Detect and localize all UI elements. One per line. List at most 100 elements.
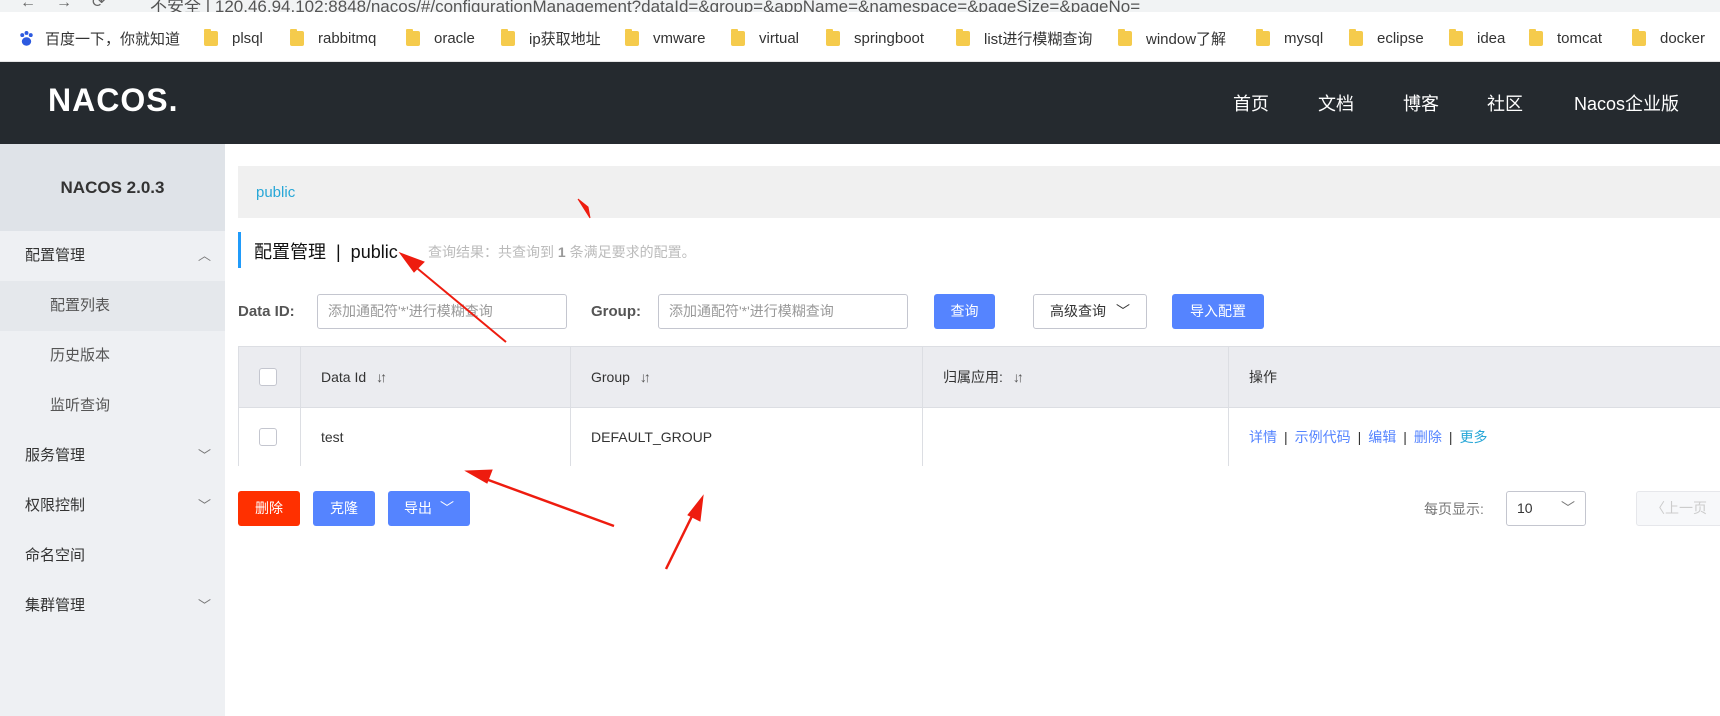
sidebar-item-config-management[interactable]: 配置管理 ︿	[0, 231, 225, 281]
folder-icon	[731, 28, 745, 46]
folder-icon	[204, 28, 218, 46]
folder-icon	[1349, 28, 1363, 46]
bookmark-window[interactable]: window了解	[1118, 27, 1226, 49]
browser-nav-icons[interactable]: ←→⟳	[20, 0, 125, 12]
sort-icon[interactable]: ↓↑	[1013, 369, 1024, 385]
bookmark-baidu[interactable]: 百度一下，你就知道	[18, 27, 180, 49]
namespace-bar: public	[238, 166, 1720, 218]
chevron-up-icon: ︿	[197, 248, 211, 263]
chevron-down-icon: ﹀	[1115, 303, 1130, 319]
top-header: NACOS. 首页 文档 博客 社区 Nacos企业版	[0, 62, 1720, 144]
folder-icon	[1449, 28, 1463, 46]
nav-home[interactable]: 首页	[1233, 90, 1269, 116]
header-group[interactable]: Group ↓↑	[571, 347, 923, 407]
version-label: NACOS 2.0.3	[0, 144, 225, 231]
folder-icon	[1118, 28, 1132, 46]
bookmark-vmware[interactable]: vmware	[625, 27, 706, 49]
annotation-arrow	[664, 494, 704, 570]
bookmark-ip[interactable]: ip获取地址	[501, 27, 601, 49]
folder-icon	[1529, 28, 1543, 46]
cell-group: DEFAULT_GROUP	[571, 408, 923, 466]
folder-icon	[826, 28, 840, 46]
detail-link[interactable]: 详情	[1249, 427, 1277, 447]
nacos-logo[interactable]: NACOS.	[48, 82, 178, 119]
chevron-down-icon: ﹀	[197, 598, 211, 613]
config-table: Data Id ↓↑ Group ↓↑ 归属应用: ↓↑ 操作 test DEFAUL…	[238, 346, 1720, 466]
bookmark-oracle[interactable]: oracle	[406, 27, 475, 49]
dataid-label: Data ID:	[238, 303, 295, 320]
folder-icon	[1256, 28, 1270, 46]
sidebar-item-history[interactable]: 历史版本	[0, 331, 225, 381]
bookmark-list[interactable]: list进行模糊查询	[956, 27, 1092, 49]
chevron-down-icon: ﹀	[1561, 500, 1575, 516]
page-size-select[interactable]: 10 ﹀	[1506, 491, 1586, 526]
query-button[interactable]: 查询	[934, 294, 995, 329]
namespace-public-link[interactable]: public	[256, 184, 295, 201]
clone-button[interactable]: 克隆	[313, 491, 375, 526]
delete-button[interactable]: 删除	[238, 491, 300, 526]
more-link[interactable]: 更多	[1460, 427, 1488, 447]
cell-data-id: test	[301, 408, 571, 466]
delete-link[interactable]: 删除	[1414, 427, 1442, 447]
folder-icon	[956, 28, 970, 46]
header-data-id[interactable]: Data Id ↓↑	[301, 347, 571, 407]
folder-icon	[501, 28, 515, 46]
folder-icon	[406, 28, 420, 46]
baidu-paw-icon	[20, 30, 33, 46]
row-checkbox[interactable]	[259, 428, 277, 446]
advanced-query-button[interactable]: 高级查询 ﹀	[1033, 294, 1147, 329]
bookmark-springboot[interactable]: springboot	[826, 27, 924, 49]
sidebar-item-service-management[interactable]: 服务管理 ﹀	[0, 431, 225, 481]
page-title: 配置管理 | public	[254, 242, 398, 262]
header-app[interactable]: 归属应用: ↓↑	[923, 347, 1229, 407]
select-all-checkbox[interactable]	[259, 368, 277, 386]
folder-icon	[625, 28, 639, 46]
title-accent	[238, 232, 241, 268]
sidebar-item-listener-query[interactable]: 监听查询	[0, 381, 225, 431]
nav-community[interactable]: 社区	[1487, 90, 1523, 116]
row-checkbox-cell	[239, 408, 301, 466]
chevron-left-icon: 〈	[1651, 500, 1665, 516]
sidebar-item-cluster-management[interactable]: 集群管理 ﹀	[0, 581, 225, 631]
folder-icon	[290, 28, 304, 46]
group-label: Group:	[591, 303, 641, 320]
address-url[interactable]: 不安全 | 120.46.94.102:8848/nacos/#/configu…	[150, 0, 1140, 12]
sidebar-item-config-list[interactable]: 配置列表	[0, 281, 225, 331]
nav-enterprise[interactable]: Nacos企业版	[1574, 90, 1679, 116]
browser-address-bar[interactable]: ←→⟳ 不安全 | 120.46.94.102:8848/nacos/#/con…	[0, 0, 1720, 12]
sort-icon[interactable]: ↓↑	[640, 369, 651, 385]
export-button[interactable]: 导出 ﹀	[388, 491, 470, 526]
prev-page-button[interactable]: 〈上一页	[1636, 491, 1720, 526]
table-row: test DEFAULT_GROUP 详情 | 示例代码 | 编辑 | 删除 | 更多	[239, 407, 1720, 466]
sidebar: NACOS 2.0.3 配置管理 ︿ 配置列表 历史版本 监听查询 服务管理 ﹀…	[0, 144, 225, 716]
bookmark-docker[interactable]: docker	[1632, 27, 1705, 49]
cell-app	[923, 408, 1229, 466]
nav-blog[interactable]: 博客	[1403, 90, 1439, 116]
nav-docs[interactable]: 文档	[1318, 90, 1354, 116]
bookmark-idea[interactable]: idea	[1449, 27, 1505, 49]
import-config-button[interactable]: 导入配置	[1172, 294, 1264, 329]
dataid-input[interactable]: 添加通配符'*'进行模糊查询	[317, 294, 567, 329]
group-input[interactable]: 添加通配符'*'进行模糊查询	[658, 294, 908, 329]
folder-icon	[1632, 28, 1646, 46]
header-checkbox-cell	[239, 347, 301, 407]
edit-link[interactable]: 编辑	[1368, 427, 1396, 447]
table-header: Data Id ↓↑ Group ↓↑ 归属应用: ↓↑ 操作	[239, 347, 1720, 407]
header-operations: 操作	[1249, 369, 1277, 385]
bookmark-plsql[interactable]: plsql	[204, 27, 263, 49]
query-result-text: 查询结果：共查询到 1 条满足要求的配置。	[428, 244, 696, 260]
bookmarks-bar: 百度一下，你就知道 plsql rabbitmq oracle ip获取地址 v…	[0, 12, 1720, 62]
sidebar-item-access-control[interactable]: 权限控制 ﹀	[0, 481, 225, 531]
bookmark-mysql[interactable]: mysql	[1256, 27, 1323, 49]
bookmark-rabbitmq[interactable]: rabbitmq	[290, 27, 376, 49]
cell-operations: 详情 | 示例代码 | 编辑 | 删除 | 更多	[1249, 427, 1488, 447]
chevron-down-icon: ﹀	[439, 500, 454, 516]
bookmark-eclipse[interactable]: eclipse	[1349, 27, 1424, 49]
annotation-arrow	[464, 469, 615, 528]
bookmark-virtual[interactable]: virtual	[731, 27, 799, 49]
sort-icon[interactable]: ↓↑	[376, 369, 387, 385]
sidebar-item-namespace[interactable]: 命名空间	[0, 531, 225, 581]
bookmark-tomcat[interactable]: tomcat	[1529, 27, 1602, 49]
sample-code-link[interactable]: 示例代码	[1295, 427, 1351, 447]
chevron-down-icon: ﹀	[197, 498, 211, 513]
